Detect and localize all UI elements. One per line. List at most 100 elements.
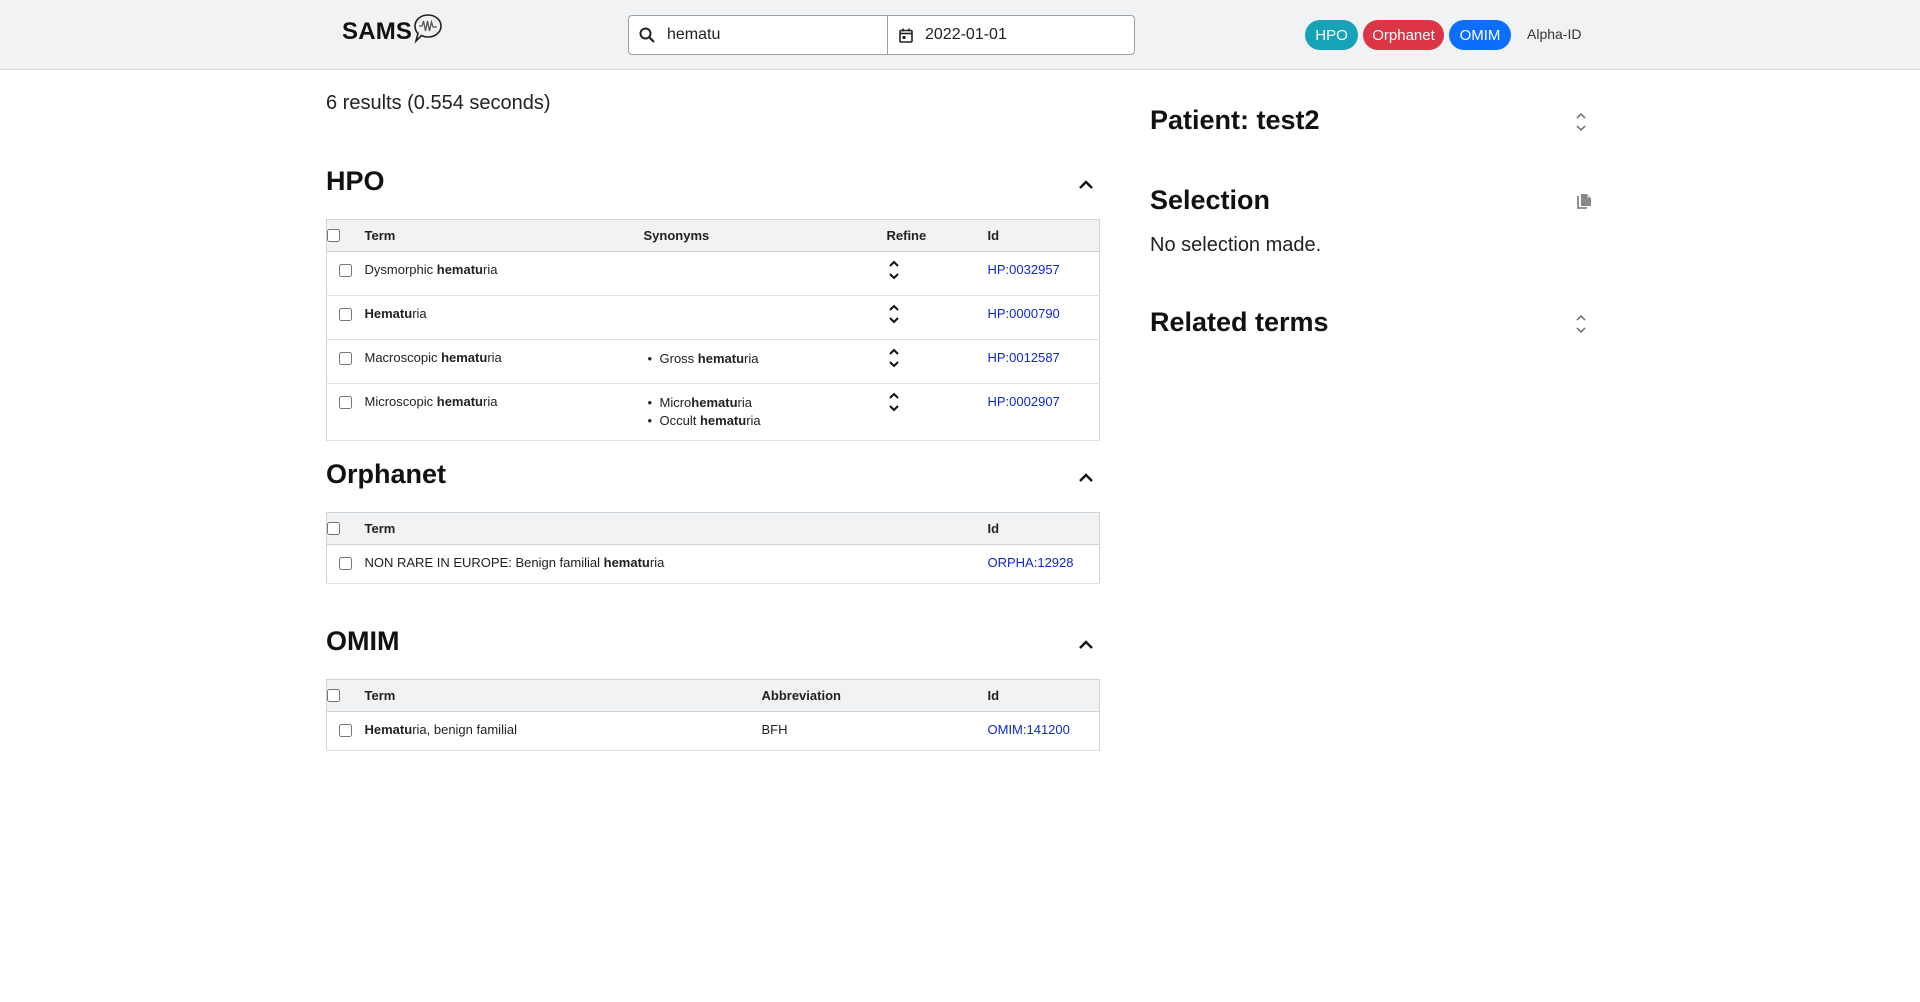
synonym-text: Occult [659, 413, 700, 428]
term-id-link[interactable]: OMIM:141200 [988, 722, 1070, 737]
row-checkbox[interactable] [339, 352, 353, 365]
term-match: hematu [436, 394, 483, 409]
hpo-collapse-chevron-up-icon[interactable] [1076, 175, 1096, 195]
row-checkbox[interactable] [339, 724, 353, 737]
refine-cell [886, 251, 988, 296]
row-checkbox[interactable] [339, 264, 353, 277]
abbreviation-cell: BFH [761, 711, 988, 751]
id-cell: HP:0002907 [987, 383, 1100, 441]
orphanet-collapse-chevron-up-icon[interactable] [1076, 468, 1096, 488]
row-checkbox-cell [326, 383, 365, 441]
omim-filter-button[interactable]: OMIM [1449, 20, 1511, 50]
speech-bubble-logo-icon [414, 14, 442, 44]
row-checkbox-cell [326, 711, 365, 751]
row-checkbox-cell [326, 544, 365, 584]
omim-collapse-chevron-up-icon[interactable] [1076, 635, 1096, 655]
orphanet-section-title: Orphanet [326, 459, 447, 489]
term-cell: Dysmorphic hematuria [364, 251, 644, 296]
refine-cell [886, 295, 988, 340]
synonym-list: Gross hematuria [644, 350, 887, 368]
sams-logo[interactable]: SAMS [342, 14, 444, 50]
term-cell: Hematuria [364, 295, 644, 340]
table-row: NON RARE IN EUROPE: Benign familial hema… [326, 544, 1100, 584]
term-text: ria, benign familial [412, 722, 517, 737]
orphanet-select-all-checkbox[interactable] [327, 521, 340, 535]
id-cell: HP:0012587 [987, 339, 1100, 384]
term-text: ria [482, 394, 498, 409]
hpo-select-all-checkbox[interactable] [327, 228, 340, 242]
column-header-id: Id [987, 512, 1100, 545]
date-field[interactable] [888, 16, 1134, 54]
synonym-list: Microhematuria Occult hematuria [644, 394, 887, 430]
row-checkbox[interactable] [339, 557, 353, 570]
column-header-synonyms: Synonyms [643, 219, 887, 252]
table-row: Hematuria HP:0000790 [326, 295, 1100, 340]
row-checkbox[interactable] [339, 308, 353, 321]
synonyms-cell [643, 295, 887, 340]
logo-text: SAMS [342, 18, 413, 45]
search-field[interactable] [629, 16, 888, 54]
row-checkbox-cell [326, 295, 365, 340]
column-header-refine: Refine [886, 219, 988, 252]
synonyms-cell: Microhematuria Occult hematuria [643, 383, 887, 441]
hpo-filter-button[interactable]: HPO [1305, 20, 1358, 50]
synonym-text: Micro [659, 395, 692, 410]
synonym-text: ria [744, 351, 759, 366]
term-id-link[interactable]: HP:0012587 [988, 350, 1060, 365]
column-header-abbreviation: Abbreviation [761, 679, 988, 712]
table-row: Microscopic hematuria Microhematuria Occ… [326, 383, 1100, 441]
selection-title: Selection [1150, 185, 1271, 215]
search-input[interactable] [665, 25, 865, 45]
term-id-link[interactable]: HP:0002907 [988, 394, 1060, 409]
term-id-link[interactable]: ORPHA:12928 [988, 555, 1074, 570]
table-row: Macroscopic hematuria Gross hematuria HP… [326, 339, 1100, 384]
term-text: ria [482, 262, 498, 277]
id-cell: HP:0000790 [987, 295, 1100, 340]
table-header-row: Term Synonyms Refine Id [326, 219, 1100, 252]
term-match: Hematu [364, 722, 413, 737]
term-id-link[interactable]: HP:0000790 [988, 306, 1060, 321]
hpo-section-title: HPO [326, 166, 385, 196]
date-input[interactable] [923, 25, 1123, 45]
alpha-id-link[interactable]: Alpha-ID [1527, 26, 1581, 42]
row-checkbox-cell [326, 251, 365, 296]
refine-cell [886, 383, 988, 441]
term-id-link[interactable]: HP:0032957 [988, 262, 1060, 277]
synonym-match: hematu [691, 395, 738, 410]
calendar-icon [899, 28, 913, 43]
omim-select-all-checkbox[interactable] [327, 688, 340, 702]
refine-expand-icon[interactable] [887, 346, 901, 370]
table-header-row: Term Abbreviation Id [326, 679, 1100, 712]
synonym-text: ria [737, 395, 752, 410]
term-cell: Hematuria, benign familial [364, 711, 762, 751]
term-text: NON RARE IN EUROPE: Benign familial [364, 555, 604, 570]
refine-expand-icon[interactable] [887, 302, 901, 326]
related-terms-expand-icon[interactable] [1574, 312, 1588, 336]
orphanet-results-table: Term Id NON RARE IN EUROPE: Benign famil… [326, 512, 1100, 584]
synonym-match: hematu [699, 413, 747, 428]
copy-icon[interactable] [1576, 193, 1592, 211]
term-cell: Microscopic hematuria [364, 383, 644, 441]
synonyms-cell: Gross hematuria [643, 339, 887, 384]
row-checkbox[interactable] [339, 396, 353, 409]
term-text: ria [487, 350, 502, 365]
related-terms-title: Related terms [1150, 307, 1329, 337]
orphanet-filter-button[interactable]: Orphanet [1363, 20, 1444, 50]
term-match: Hematu [364, 306, 413, 321]
column-header-id: Id [987, 679, 1100, 712]
table-row: Dysmorphic hematuria HP:0032957 [326, 251, 1100, 296]
synonym-item: Microhematuria [644, 394, 887, 412]
term-match: hematu [441, 350, 488, 365]
term-text: Microscopic [364, 394, 437, 409]
selection-empty-message: No selection made. [1150, 234, 1322, 256]
id-cell: HP:0032957 [987, 251, 1100, 296]
refine-expand-icon[interactable] [887, 390, 901, 414]
patient-expand-icon[interactable] [1574, 110, 1588, 134]
top-navbar: SAMS HPO Orphanet OMIM Alpha-ID [0, 0, 1920, 70]
refine-expand-icon[interactable] [887, 258, 901, 282]
term-text: Macroscopic [364, 350, 442, 365]
table-header-row: Term Id [326, 512, 1100, 545]
refine-cell [886, 339, 988, 384]
column-header-term: Term [364, 512, 988, 545]
hpo-results-table: Term Synonyms Refine Id Dysmorphic hemat… [326, 219, 1100, 441]
